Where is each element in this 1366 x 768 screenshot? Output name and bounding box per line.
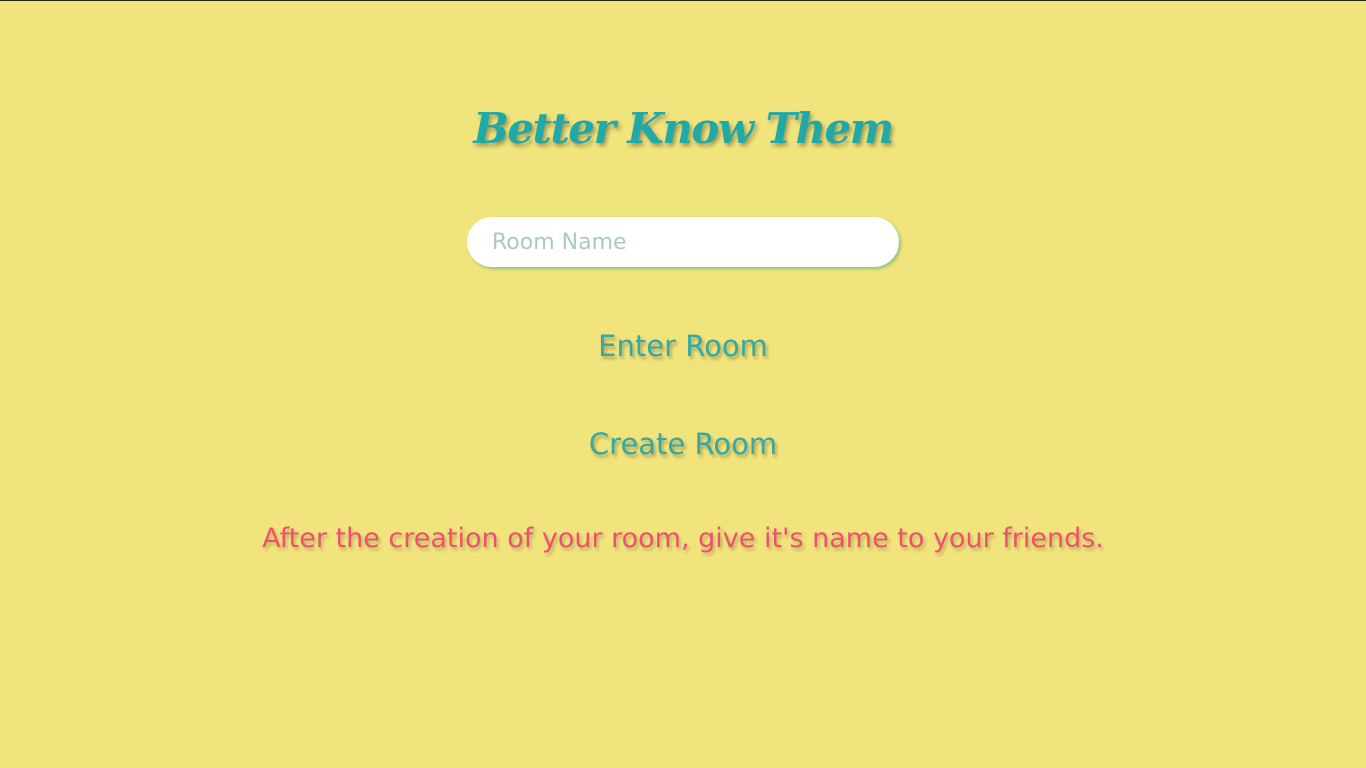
room-name-field-container	[467, 217, 899, 267]
app-title: Better Know Them	[473, 104, 894, 153]
top-border-line	[0, 0, 1366, 1]
create-room-button[interactable]: Create Room	[0, 427, 1366, 461]
enter-room-button[interactable]: Enter Room	[0, 329, 1366, 363]
room-name-input[interactable]	[467, 217, 899, 267]
room-share-hint: After the creation of your room, give it…	[262, 523, 1104, 554]
